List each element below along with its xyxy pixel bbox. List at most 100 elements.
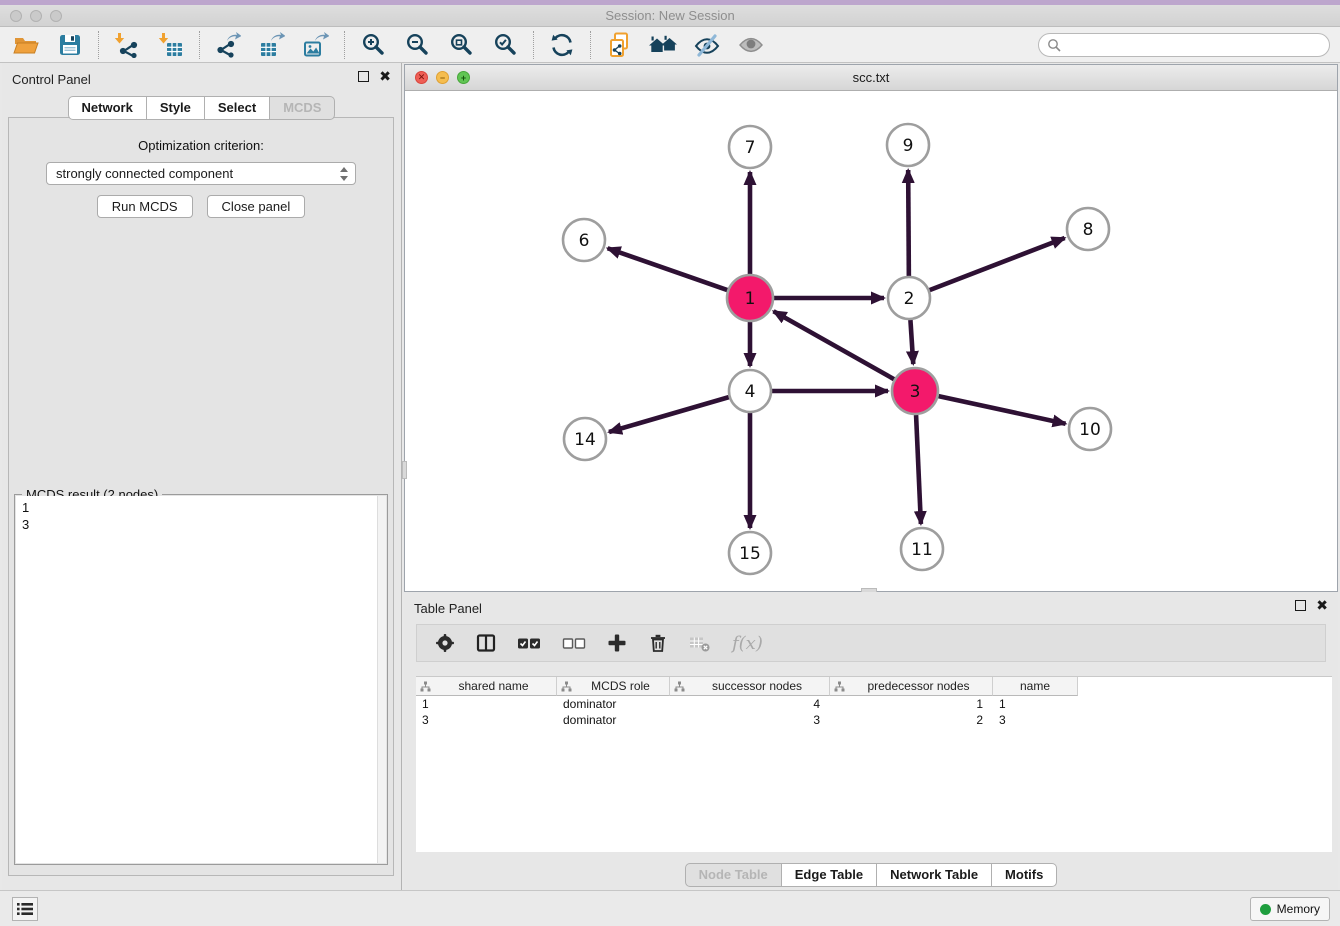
result-scrollbar[interactable] [377,496,386,863]
import-network-button[interactable] [109,29,145,61]
tab-edge-table[interactable]: Edge Table [782,863,877,887]
table-cell: 4 [670,697,830,711]
network-from-selection-button[interactable] [601,29,637,61]
run-mcds-button[interactable]: Run MCDS [97,195,193,218]
table-panel-title: Table Panel [414,601,482,616]
edge-2-8[interactable] [930,238,1065,290]
graph-node-14[interactable]: 14 [564,418,606,460]
mcds-result-text: 1 3 [16,496,386,536]
node-table: shared nameMCDS rolesuccessor nodesprede… [416,676,1332,852]
export-image-button[interactable] [298,29,334,61]
open-session-button[interactable] [8,29,44,61]
table-row[interactable]: 1dominator411 [416,696,1332,712]
optimization-criterion-label: Optimization criterion: [9,138,393,153]
delete-column-button[interactable] [648,633,668,653]
float-panel-icon[interactable] [358,71,369,82]
zoom-in-button[interactable] [355,29,391,61]
graph-node-3[interactable]: 3 [892,368,938,414]
search-box[interactable] [1038,33,1330,57]
column-header-successor-nodes[interactable]: successor nodes [670,677,830,696]
graph-node-2[interactable]: 2 [888,277,930,319]
svg-text:14: 14 [574,430,596,450]
toolbar-separator [590,31,591,59]
close-panel-button[interactable]: Close panel [207,195,306,218]
table-row[interactable]: 3dominator323 [416,712,1332,728]
edge-3-11[interactable] [916,415,921,524]
column-header-shared-name[interactable]: shared name [416,677,557,696]
graph-node-10[interactable]: 10 [1069,408,1111,450]
deselect-checkboxes-icon [562,633,586,653]
add-column-button[interactable] [607,633,627,653]
tab-motifs[interactable]: Motifs [992,863,1057,887]
function-builder-button[interactable]: f(x) [732,633,763,654]
graph-node-4[interactable]: 4 [729,370,771,412]
show-panels-button[interactable] [733,29,769,61]
edge-1-6[interactable] [608,248,728,290]
left-splitter-grip[interactable] [402,461,407,479]
edge-4-14[interactable] [609,397,729,432]
gear-button[interactable] [435,633,455,653]
task-list-icon [17,902,33,916]
svg-text:9: 9 [903,136,914,156]
close-panel-icon[interactable]: ✖ [379,71,391,82]
tab-select[interactable]: Select [205,96,270,120]
tab-mcds[interactable]: MCDS [270,96,335,120]
edge-2-3[interactable] [910,320,913,364]
graph-node-11[interactable]: 11 [901,528,943,570]
import-table-icon [158,32,184,58]
graph-node-15[interactable]: 15 [729,532,771,574]
graph-node-9[interactable]: 9 [887,124,929,166]
graph-node-7[interactable]: 7 [729,126,771,168]
tab-network[interactable]: Network [68,96,147,120]
svg-text:3: 3 [910,382,921,402]
toolbar-separator [199,31,200,59]
open-session-icon [13,32,39,58]
refresh-button[interactable] [544,29,580,61]
edge-3-1[interactable] [774,311,895,379]
zoom-fit-button[interactable] [443,29,479,61]
graph-node-6[interactable]: 6 [563,219,605,261]
close-table-panel-icon[interactable]: ✖ [1316,600,1328,611]
svg-text:2: 2 [904,289,915,309]
split-columns-button[interactable] [476,633,496,653]
svg-text:8: 8 [1083,220,1094,240]
deselect-checkboxes-button[interactable] [562,633,586,653]
edge-3-10[interactable] [938,396,1065,424]
tab-network-table[interactable]: Network Table [877,863,992,887]
graph-node-1[interactable]: 1 [727,275,773,321]
task-history-button[interactable] [12,897,38,921]
tab-node-table[interactable]: Node Table [685,863,782,887]
window-title: Session: New Session [0,8,1340,23]
export-network-button[interactable] [210,29,246,61]
column-header-mcds-role[interactable]: MCDS role [557,677,670,696]
column-header-name[interactable]: name [993,677,1078,696]
table-cell: 2 [830,713,993,727]
zoom-selected-button[interactable] [487,29,523,61]
hide-panels-button[interactable] [689,29,725,61]
home-layout-button[interactable] [645,29,681,61]
refresh-icon [549,32,575,58]
save-session-button[interactable] [52,29,88,61]
zoom-fit-icon [448,32,474,58]
network-graph[interactable]: 7 9 6 8 1 2 4 3 14 10 15 11 [405,91,1337,591]
select-all-checkboxes-button[interactable] [517,633,541,653]
table-cell: 1 [416,697,557,711]
graph-node-8[interactable]: 8 [1067,208,1109,250]
delete-table-button[interactable] [689,633,711,653]
tab-style[interactable]: Style [147,96,205,120]
memory-label: Memory [1277,902,1320,916]
table-rows: 1dominator4113dominator323 [416,696,1332,728]
edge-2-9[interactable] [908,170,909,276]
float-table-panel-icon[interactable] [1295,600,1306,611]
export-table-button[interactable] [254,29,290,61]
zoom-out-button[interactable] [399,29,435,61]
import-table-button[interactable] [153,29,189,61]
mcds-result-area[interactable]: 1 3 [16,496,386,863]
search-input[interactable] [1061,35,1329,55]
mcds-result-group: MCDS result (2 nodes) 1 3 [14,494,388,865]
network-canvas[interactable]: 7 9 6 8 1 2 4 3 14 10 15 11 [405,91,1337,591]
criterion-select[interactable]: strongly connected component [46,162,356,185]
memory-button[interactable]: Memory [1250,897,1330,921]
table-header-row: shared nameMCDS rolesuccessor nodesprede… [416,677,1332,696]
column-header-predecessor-nodes[interactable]: predecessor nodes [830,677,993,696]
